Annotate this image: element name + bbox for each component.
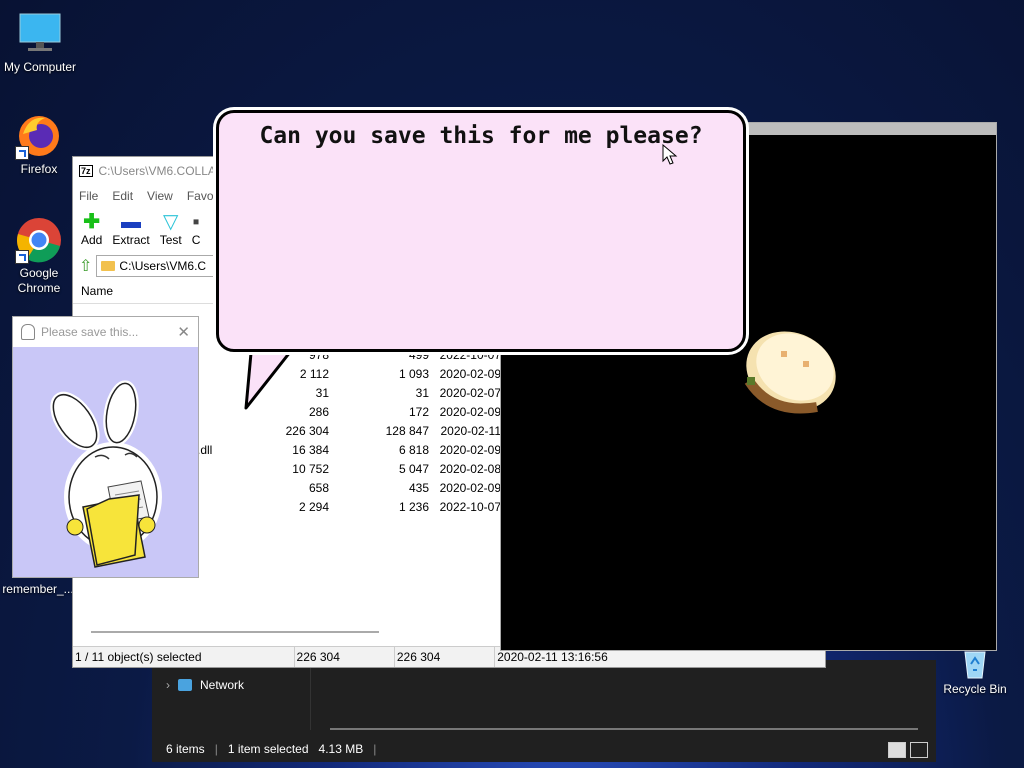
popup-title: Please save this... — [41, 325, 139, 339]
test-label: Test — [159, 233, 182, 247]
menu-view[interactable]: View — [147, 189, 173, 203]
copy-icon: ▪ — [192, 211, 200, 233]
nav-item-label: Network — [200, 678, 245, 692]
navigation-pane: › Network — [152, 660, 311, 730]
desktop-icon-label: Firefox — [20, 162, 58, 176]
shortcut-arrow-icon — [15, 250, 29, 264]
minus-icon: ▬ — [121, 211, 142, 233]
close-icon[interactable]: ✕ — [177, 323, 190, 341]
details-view-icon[interactable] — [888, 742, 906, 758]
monitor-icon — [16, 10, 64, 58]
recycle-bin-icon — [951, 646, 999, 680]
sevenzip-logo-icon: 7z — [79, 165, 93, 177]
desktop-icon-remember[interactable]: remember_... — [0, 582, 78, 596]
test-button[interactable]: ▽ Test — [160, 211, 182, 253]
extract-label: Extract — [112, 233, 150, 247]
file-explorer-window: › Network 6 items | 1 item selected 4.13… — [152, 660, 936, 762]
status-item-count: 6 items — [166, 742, 205, 756]
copy-button[interactable]: ▪ C — [192, 211, 201, 253]
plus-icon: ✚ — [83, 211, 101, 233]
status-selected: 1 / 11 object(s) selected — [73, 647, 295, 667]
column-name[interactable]: Name — [81, 284, 113, 298]
status-packed: 226 304 — [395, 647, 496, 667]
menu-file[interactable]: File — [79, 189, 98, 203]
extract-button[interactable]: ▬ Extract — [112, 211, 149, 253]
address-text: C:\Users\VM6.C — [119, 259, 207, 273]
status-bar: 6 items | 1 item selected 4.13 MB | — [166, 742, 377, 756]
mouse-cursor-icon — [662, 144, 678, 165]
horizontal-scrollbar[interactable] — [330, 728, 918, 730]
desktop-icon-label: My Computer — [3, 60, 77, 74]
menu-edit[interactable]: Edit — [112, 189, 133, 203]
network-icon — [178, 679, 192, 691]
add-button[interactable]: ✚ Add — [81, 211, 102, 253]
view-toggle — [888, 742, 928, 758]
popup-window: Please save this... ✕ — [12, 316, 199, 578]
bunny-app-icon — [21, 324, 35, 340]
horizontal-scrollbar[interactable] — [91, 631, 379, 633]
desktop-icon-label: Recycle Bin — [943, 682, 1007, 696]
status-selected: 1 item selected — [227, 742, 309, 756]
bunny-illustration — [13, 347, 198, 577]
chrome-icon — [15, 216, 63, 264]
desktop-icon-recycle-bin[interactable]: Recycle Bin — [935, 646, 1015, 696]
window-title: C:\Users\VM6.COLLA — [98, 164, 216, 178]
chevron-right-icon: › — [166, 678, 170, 692]
sandwich-sprite-icon — [741, 311, 851, 424]
up-folder-icon[interactable]: ⇧ — [79, 256, 92, 276]
nav-item-network[interactable]: › Network — [166, 678, 244, 692]
firefox-icon — [15, 112, 63, 160]
add-label: Add — [81, 233, 103, 247]
check-icon: ▽ — [163, 211, 179, 233]
popup-titlebar: Please save this... — [13, 317, 198, 347]
desktop-icon-label: remember_... — [2, 582, 74, 596]
status-size: 226 304 — [295, 647, 395, 667]
desktop-icon-firefox[interactable]: Firefox — [0, 112, 79, 176]
desktop-icon-chrome[interactable]: Google Chrome — [0, 216, 79, 296]
status-size: 4.13 MB — [318, 742, 364, 756]
folder-icon — [101, 261, 116, 271]
tiles-view-icon[interactable] — [910, 742, 928, 758]
desktop-icon-label: Google Chrome — [17, 266, 61, 295]
desktop-icon-my-computer[interactable]: My Computer — [0, 10, 80, 74]
shortcut-arrow-icon — [15, 146, 29, 160]
copy-label: C — [191, 233, 201, 247]
